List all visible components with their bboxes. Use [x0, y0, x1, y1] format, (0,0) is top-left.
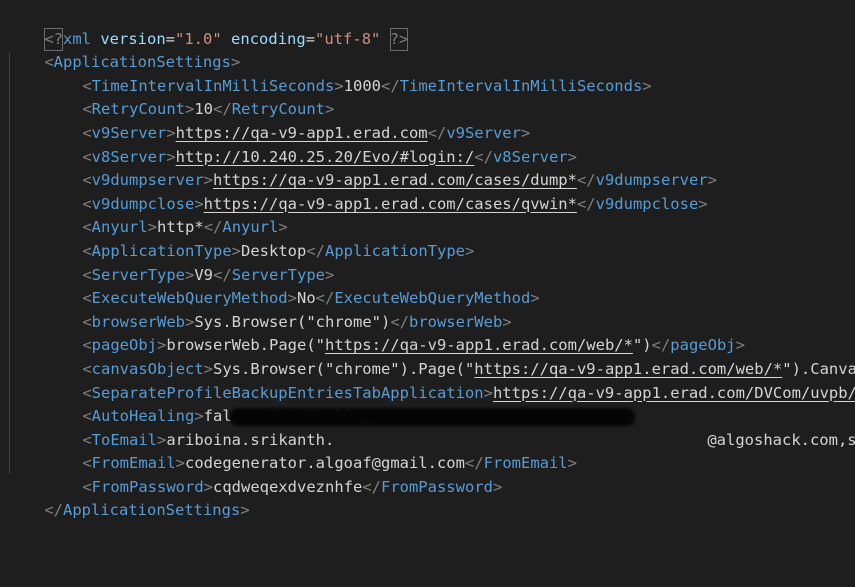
code-line-root-open[interactable]: <ApplicationSettings>: [0, 28, 855, 71]
code-line-element[interactable]: <v9dumpserver>https://qa-v9-app1.erad.co…: [0, 146, 855, 189]
code-line-element[interactable]: <browserWeb>Sys.Browser("chrome")</brows…: [0, 287, 855, 331]
root-close-tag: ApplicationSettings: [63, 501, 241, 520]
code-line-element[interactable]: <TimeIntervalInMilliSeconds>1000</TimeIn…: [0, 51, 855, 95]
code-line-element[interactable]: <canvasObject>Sys.Browser("chrome").Page…: [0, 334, 855, 378]
code-line-element[interactable]: <ToEmail>ariboina.srikanth. @algoshack.co…: [0, 405, 855, 449]
code-line-element[interactable]: <SeparateProfileBackupEntriesTabApplicat…: [0, 358, 855, 402]
redaction-mark: [230, 408, 635, 427]
code-line-xml-declaration[interactable]: <?xml version="1.0" encoding="utf-8" ?>: [0, 4, 855, 52]
code-line-element[interactable]: <v8Server>http://10.240.25.20/Evo/#login…: [0, 122, 855, 166]
code-line-root-close[interactable]: </ApplicationSettings>: [0, 476, 855, 519]
code-editor[interactable]: <?xml version="1.0" encoding="utf-8" ?> …: [0, 0, 855, 587]
code-line-element[interactable]: <RetryCount>10</RetryCount>: [0, 75, 855, 118]
code-line-element[interactable]: <pageObj>browserWeb.Page("https://qa-v9-…: [0, 311, 855, 354]
code-line-element[interactable]: <v9dumpclose>https://qa-v9-app1.erad.com…: [0, 169, 855, 213]
code-line-element[interactable]: <FromEmail>codegenerator.algoaf@gmail.co…: [0, 429, 855, 472]
code-line-element[interactable]: <FromPassword>cqdweqexdveznhfe</FromPass…: [0, 452, 855, 496]
code-line-element[interactable]: <Anyurl>http*</Anyurl>: [0, 193, 855, 236]
code-line-element[interactable]: <AutoHealing>false</AutoHealing>: [0, 382, 855, 425]
code-line-element[interactable]: <ServerType>V9</ServerType>: [0, 240, 855, 284]
code-line-element[interactable]: <ApplicationType>Desktop</ApplicationTyp…: [0, 216, 855, 260]
code-line-element[interactable]: <ExecuteWebQueryMethod>No</ExecuteWebQue…: [0, 264, 855, 307]
code-line-element[interactable]: <v9Server>https://qa-v9-app1.erad.com</v…: [0, 98, 855, 142]
